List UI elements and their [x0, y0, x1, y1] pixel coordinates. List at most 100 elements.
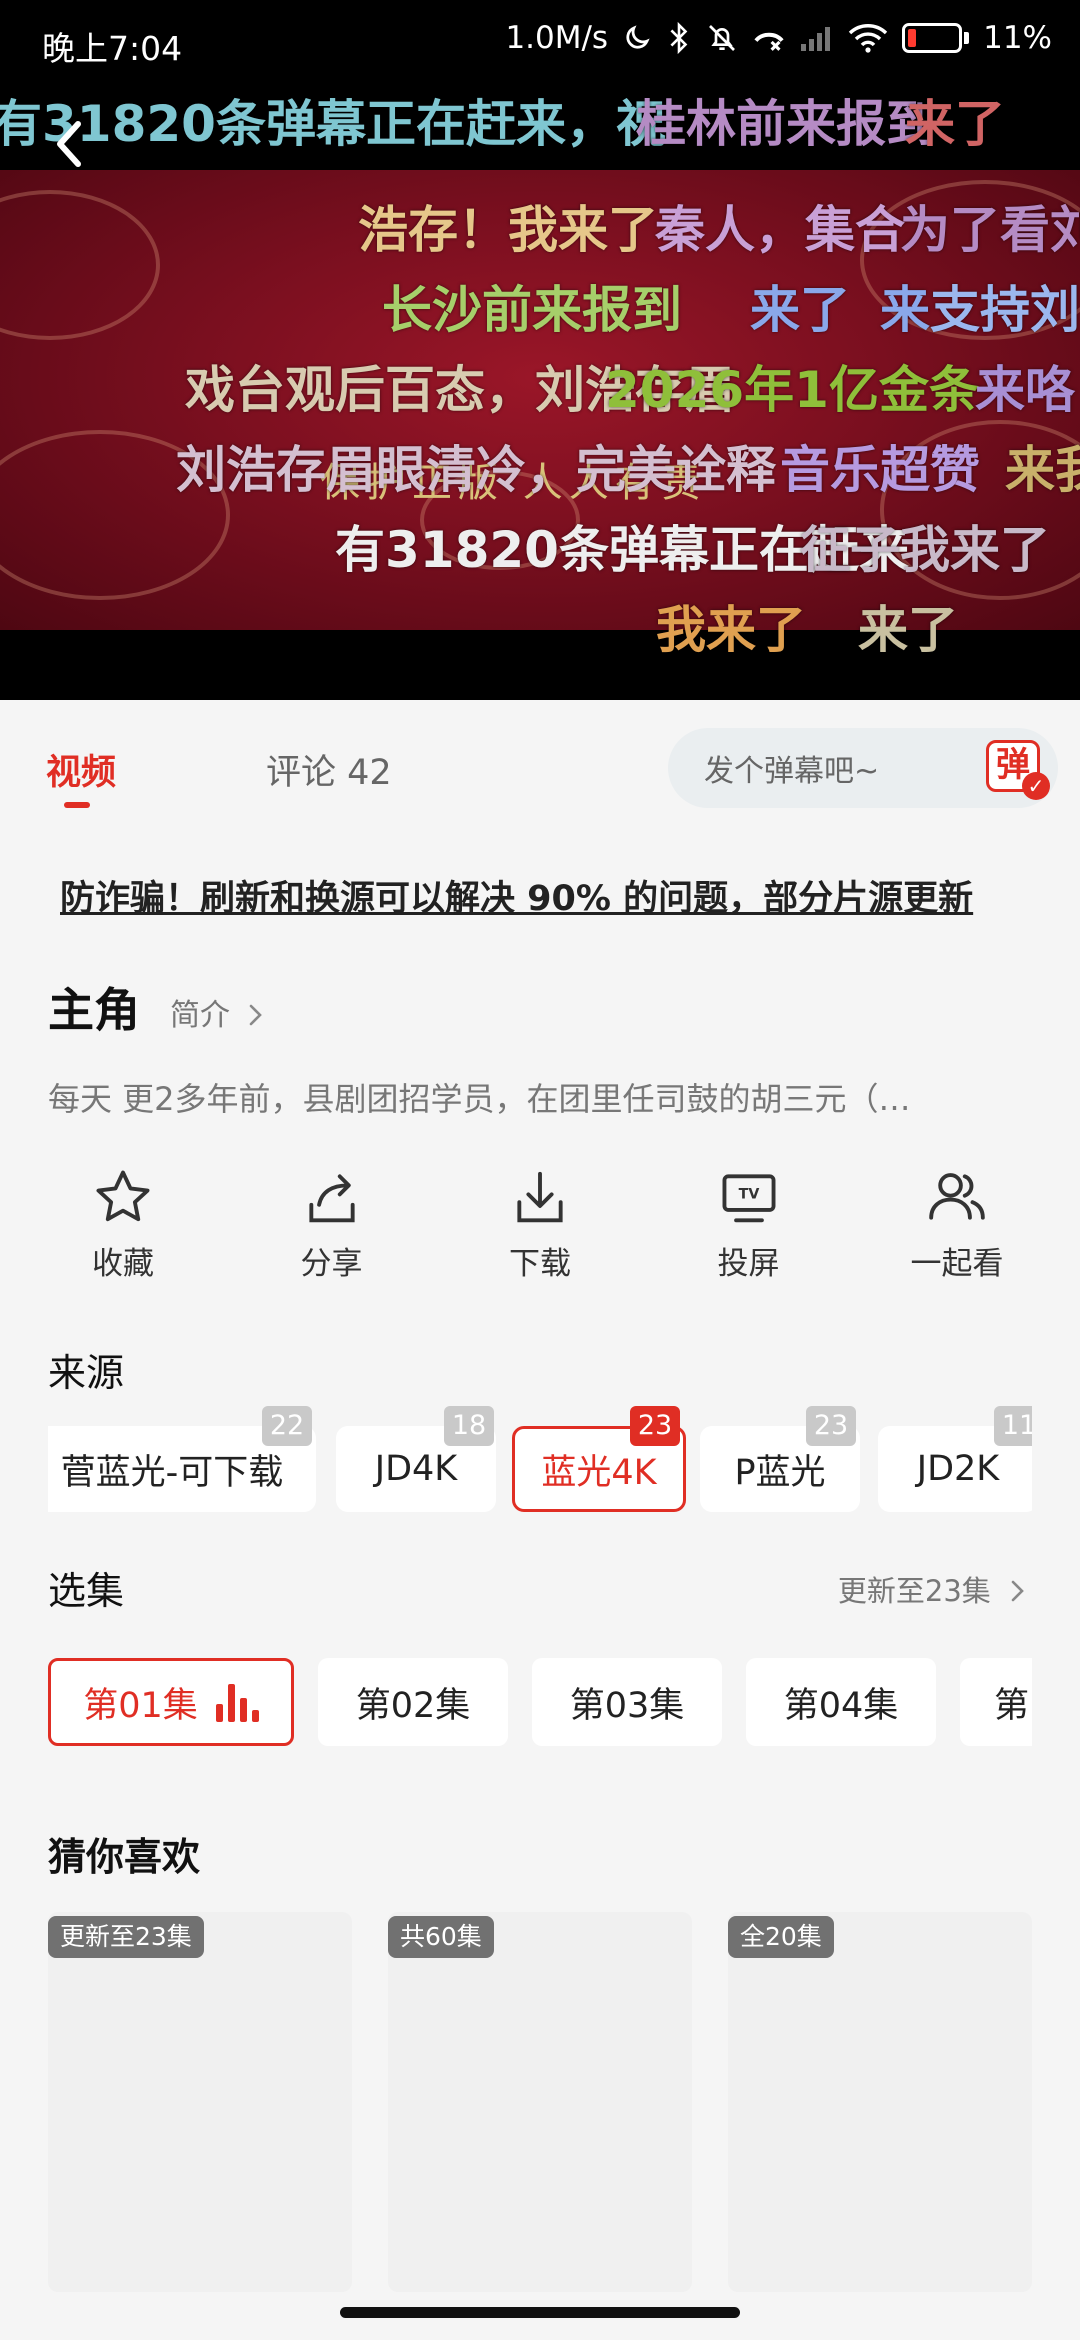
- episode-count-badge: 更新至23集: [48, 1916, 204, 1958]
- danmaku-text: 长沙前来报到: [382, 281, 682, 339]
- status-bar: 晚上7:04 1.0M/s 11%: [0, 0, 1080, 90]
- source-label: 菅蓝光-可下载: [60, 1452, 284, 1493]
- battery-icon: [902, 23, 970, 53]
- back-button[interactable]: [52, 118, 86, 180]
- content-tabs: 视频 评论 42 发个弹幕吧~ 弹 ✓: [0, 700, 1080, 840]
- intro-link-label: 简介: [170, 998, 230, 1033]
- home-indicator[interactable]: [340, 2307, 740, 2318]
- mute-bell-icon: [706, 22, 738, 54]
- cast-label: 投屏: [717, 1246, 780, 1282]
- recommendation-list: 更新至23集 共60集 全20集: [48, 1912, 1032, 2292]
- source-count-badge: 18: [444, 1406, 494, 1446]
- download-label: 下载: [509, 1246, 571, 1282]
- danmaku-text: 刘浩存眉眼清冷，完美诠释: [176, 441, 776, 499]
- chevron-right-icon: [1011, 1580, 1024, 1602]
- episode-item[interactable]: 第03集: [532, 1658, 722, 1746]
- source-count-badge: 22: [262, 1406, 312, 1446]
- danmaku-text: 来: [880, 281, 930, 339]
- danmaku-text: 桂林前来报到: [636, 95, 936, 153]
- danmaku-text: 来了: [750, 281, 850, 339]
- source-label: 蓝光4K: [541, 1452, 657, 1493]
- tv-cast-icon: TV: [722, 1174, 775, 1223]
- danmaku-text: 浩存！我来了: [358, 201, 658, 259]
- synopsis[interactable]: 每天 更2多年前，县剧团招学员，在团里任司鼓的胡三元（…: [48, 1074, 1048, 1120]
- source-count-badge: 11: [994, 1406, 1032, 1446]
- source-list: 菅蓝光-可下载 22 JD4K 18 蓝光4K 23 P蓝光 23 JD2K 1…: [48, 1406, 1032, 1516]
- status-time: 晚上7:04: [42, 29, 183, 68]
- episode-label: 第01集: [83, 1685, 198, 1726]
- share-label: 分享: [300, 1246, 363, 1282]
- episodes-heading: 选集: [48, 1569, 125, 1613]
- favorite-label: 收藏: [92, 1246, 154, 1282]
- action-bar: 收藏 分享 下载 TV 投屏 一起看: [48, 1166, 1032, 1296]
- favorite-button[interactable]: 收藏: [48, 1166, 198, 1296]
- danmaku-text: 支持刘: [930, 281, 1080, 339]
- episode-label: 第02集: [355, 1685, 471, 1726]
- episode-label: 第04集: [783, 1685, 899, 1726]
- net-speed: 1.0M/s: [505, 20, 609, 56]
- show-title: 主角: [48, 983, 140, 1037]
- episode-list: 第01集 第02集 第03集 第04集 第: [48, 1658, 1032, 1748]
- battery-percent: 11%: [983, 20, 1052, 56]
- danmaku-toggle-button[interactable]: 弹 ✓: [982, 734, 1050, 802]
- source-count-badge: 23: [630, 1406, 680, 1446]
- danmaku-text: 有31820条弹幕正在赶来，祝: [0, 95, 666, 153]
- episode-count-badge: 共60集: [388, 1916, 494, 1958]
- missed-call-icon: [752, 22, 786, 54]
- episode-label: 第: [994, 1685, 1030, 1726]
- chevron-left-icon: [57, 121, 81, 167]
- signal-icon: [800, 24, 834, 52]
- share-icon: [308, 1174, 355, 1223]
- download-button[interactable]: 下载: [465, 1166, 615, 1296]
- danmaku-text: 来咯: [975, 361, 1075, 419]
- danmaku-text: 音乐超赞: [780, 441, 980, 499]
- video-player[interactable]: 保护正版 人人有责 有31820条弹幕正在赶来，祝 桂林前来报到 来了 浩存！我…: [0, 90, 1080, 700]
- wifi-icon: [848, 23, 888, 53]
- cast-button[interactable]: TV 投屏: [674, 1166, 824, 1296]
- intro-link[interactable]: 简介: [170, 990, 264, 1034]
- danmaku-input[interactable]: 发个弹幕吧~ 弹 ✓: [668, 728, 1058, 808]
- chevron-right-icon: [249, 1004, 262, 1026]
- source-count-badge: 23: [806, 1406, 856, 1446]
- danmaku-text: 来了: [905, 95, 1005, 153]
- episodes-update-label: 更新至23集: [837, 1574, 991, 1608]
- danmaku-text: 秦人，集合: [655, 201, 905, 259]
- episode-count-badge: 全20集: [728, 1916, 834, 1958]
- recommendation-card[interactable]: 全20集: [728, 1912, 1032, 2292]
- danmaku-text: 我来了: [656, 601, 806, 659]
- playing-bars-icon: [215, 1682, 259, 1722]
- active-tab-indicator: [64, 802, 90, 808]
- source-label: JD2K: [916, 1449, 1000, 1489]
- svg-text:TV: TV: [738, 1186, 759, 1202]
- episode-item-active[interactable]: 第01集: [48, 1658, 294, 1746]
- anti-fraud-notice[interactable]: 防诈骗！刷新和换源可以解决 90% 的问题，部分片源更新: [60, 870, 1020, 922]
- episode-item[interactable]: 第02集: [318, 1658, 508, 1746]
- watch-together-label: 一起看: [910, 1246, 1004, 1282]
- source-label: P蓝光: [734, 1452, 826, 1493]
- moon-icon: [622, 23, 652, 53]
- share-button[interactable]: 分享: [257, 1166, 407, 1296]
- danmaku-text: 2026年1亿金条: [605, 361, 979, 419]
- recommendation-card[interactable]: 更新至23集: [48, 1912, 352, 2292]
- danmaku-input-placeholder: 发个弹幕吧~: [704, 754, 880, 789]
- danmaku-text: 征子我来了: [800, 521, 1050, 579]
- danmaku-text: 来了: [858, 601, 958, 659]
- sources-heading: 来源: [48, 1351, 125, 1395]
- watch-together-icon: [929, 1173, 985, 1220]
- episode-label: 第03集: [569, 1685, 685, 1726]
- danmaku-text: 为了看刘: [900, 201, 1080, 259]
- recommendation-card[interactable]: 共60集: [388, 1912, 692, 2292]
- danmaku-text: 来我: [1005, 441, 1080, 499]
- bluetooth-icon: [666, 21, 692, 55]
- tab-comments[interactable]: 评论 42: [266, 744, 392, 795]
- tab-video[interactable]: 视频: [46, 744, 116, 795]
- episodes-update-link[interactable]: 更新至23集: [838, 1568, 1026, 1610]
- recommendations-heading: 猜你喜欢: [48, 1835, 201, 1879]
- watch-together-button[interactable]: 一起看: [882, 1166, 1032, 1296]
- episode-item[interactable]: 第04集: [746, 1658, 936, 1746]
- star-icon: [96, 1170, 150, 1222]
- source-label: JD4K: [374, 1449, 458, 1489]
- check-icon: ✓: [1022, 772, 1050, 800]
- status-icons: 1.0M/s 11%: [505, 20, 1052, 56]
- episode-item[interactable]: 第: [960, 1658, 1032, 1746]
